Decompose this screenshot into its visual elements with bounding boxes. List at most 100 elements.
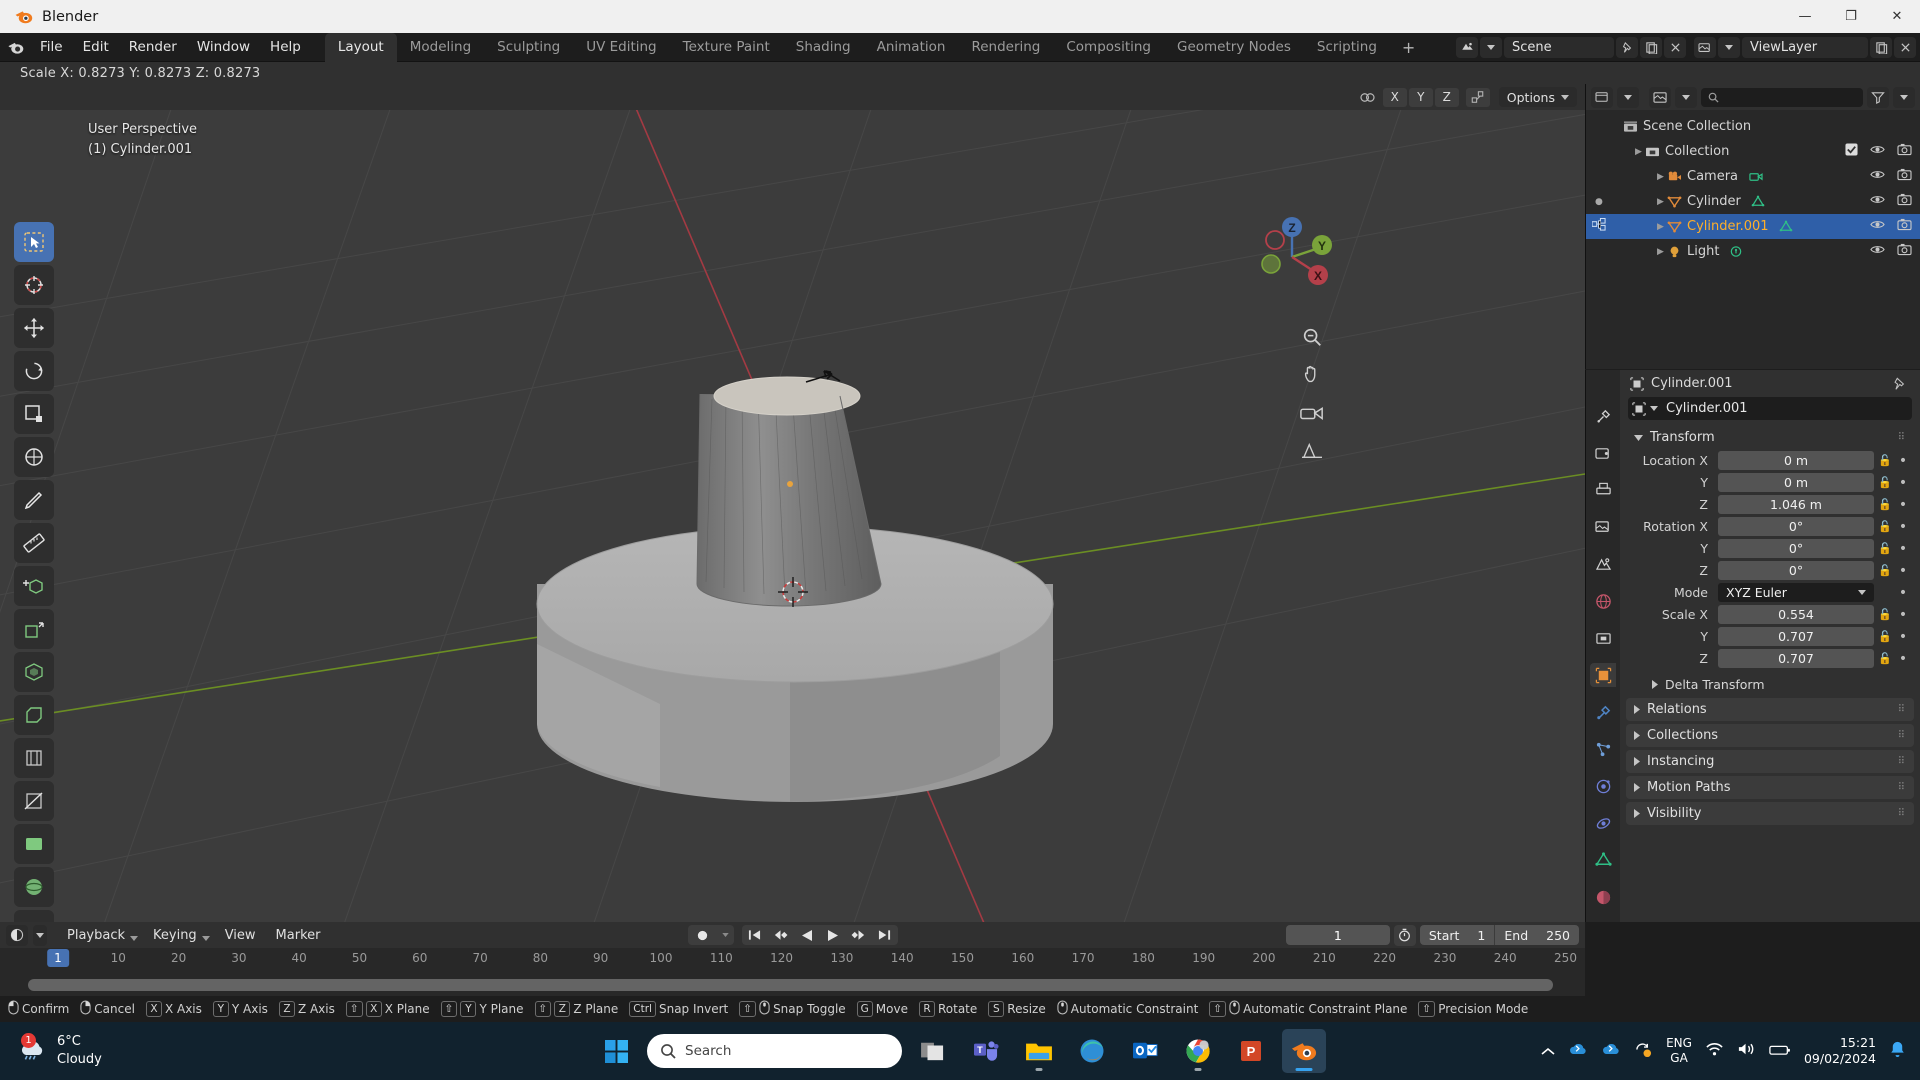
render-tab[interactable] [1590, 441, 1616, 465]
outlook-app[interactable] [1123, 1029, 1167, 1073]
topbar-menu-window[interactable]: Window [187, 36, 260, 58]
animate-property-dot[interactable]: • [1896, 475, 1910, 491]
panel-header-visibility[interactable]: Visibility ⠿ [1626, 802, 1914, 825]
hide-in-viewport-eye-icon[interactable] [1870, 219, 1885, 234]
transform-tool[interactable] [14, 437, 54, 477]
outliner-display-chevron-icon[interactable] [1675, 86, 1697, 108]
light-data-icon[interactable] [1729, 245, 1743, 259]
view-layer-name-field[interactable]: ViewLayer [1742, 37, 1868, 58]
notifications-icon[interactable] [1889, 1040, 1906, 1062]
spin-tool[interactable] [14, 867, 54, 907]
snapping-icon[interactable] [1465, 87, 1490, 107]
task-view-button[interactable] [911, 1029, 955, 1073]
workspace-tab-geometry-nodes[interactable]: Geometry Nodes [1164, 33, 1304, 62]
topbar-menu-help[interactable]: Help [260, 36, 311, 58]
outliner-row-collection[interactable]: ▶ Collection [1586, 139, 1920, 164]
powerpoint-app[interactable]: P [1229, 1029, 1273, 1073]
lock-property-icon[interactable]: 🔓 [1878, 498, 1892, 511]
lock-property-icon[interactable]: 🔓 [1878, 630, 1892, 643]
panel-header-motion-paths[interactable]: Motion Paths ⠿ [1626, 776, 1914, 799]
lock-property-icon[interactable]: 🔓 [1878, 476, 1892, 489]
new-view-layer-icon[interactable] [1870, 37, 1892, 58]
next-keyframe-button[interactable] [846, 925, 872, 945]
outliner-editor-type-icon[interactable] [1591, 86, 1613, 108]
lock-property-icon[interactable]: 🔓 [1878, 520, 1892, 533]
outliner-filter-display-icon[interactable] [1649, 86, 1671, 108]
delta-transform-subpanel[interactable]: Delta Transform [1626, 674, 1914, 695]
transform-axis-y-button[interactable]: Y [1408, 87, 1433, 107]
material-tab[interactable] [1590, 885, 1616, 909]
outliner-row-cylinder[interactable]: ● ▶ Cylinder [1586, 189, 1920, 214]
animate-property-dot[interactable]: • [1896, 497, 1910, 513]
zoom-view-icon[interactable] [1297, 322, 1327, 352]
animate-property-dot[interactable]: • [1896, 585, 1910, 601]
annotate-tool[interactable] [14, 480, 54, 520]
workspace-tab-texture-paint[interactable]: Texture Paint [670, 33, 783, 62]
rotate-tool[interactable] [14, 351, 54, 391]
hide-in-viewport-eye-icon[interactable] [1870, 244, 1885, 259]
pin-icon[interactable] [1892, 376, 1906, 391]
timeline-editor-type-icon[interactable] [6, 924, 28, 946]
timeline-menu-marker[interactable]: Marker [267, 925, 330, 946]
outliner-filter-chevron-icon[interactable] [1893, 86, 1915, 108]
panel-header-relations[interactable]: Relations ⠿ [1626, 698, 1914, 721]
animate-property-dot[interactable]: • [1896, 453, 1910, 469]
previous-keyframe-button[interactable] [768, 925, 794, 945]
outliner-editor[interactable]: Scene Collection ▶ Collection ▶ Camera ● ▶ Cyli… [1585, 84, 1920, 369]
disable-in-renders-camera-icon[interactable] [1897, 143, 1912, 160]
poly-build-tool[interactable] [14, 824, 54, 864]
lock-property-icon[interactable]: 🔓 [1878, 608, 1892, 621]
extrude-tool[interactable] [14, 609, 54, 649]
pan-view-icon[interactable] [1297, 360, 1327, 390]
use-preview-range-icon[interactable] [1393, 924, 1416, 946]
sync-pending-icon[interactable] [1634, 1041, 1653, 1062]
animate-property-dot[interactable]: • [1896, 607, 1910, 623]
lock-property-icon[interactable]: 🔓 [1878, 454, 1892, 467]
timeline-menu-keying[interactable]: Keying [144, 925, 206, 946]
smooth-tool[interactable] [14, 910, 54, 922]
lock-property-icon[interactable]: 🔓 [1878, 652, 1892, 665]
3d-viewport[interactable]: XYZ Options User Perspective (1) Cylinde… [0, 84, 1585, 922]
workspace-tab-rendering[interactable]: Rendering [958, 33, 1053, 62]
workspace-tab-compositing[interactable]: Compositing [1053, 33, 1164, 62]
world-tab[interactable] [1590, 589, 1616, 613]
expand-triangle-icon[interactable]: ▶ [1654, 172, 1667, 182]
timeline-ruler[interactable]: 1 10 20 30 40 50 60 70 80 90 100 110 120 130 140 150 160… [0, 948, 1585, 972]
object-tab[interactable] [1590, 663, 1616, 687]
camera-data-icon[interactable] [1748, 170, 1763, 183]
proportional-edit-icon[interactable] [1356, 88, 1380, 107]
play-reverse-button[interactable] [794, 925, 820, 945]
workspace-tab-layout[interactable]: Layout [324, 32, 397, 62]
onedrive-icon[interactable] [1568, 1041, 1588, 1062]
view-layer-tab[interactable] [1590, 515, 1616, 539]
outliner-row-cylinder-001[interactable]: ▶ Cylinder.001 [1586, 214, 1920, 239]
start-button[interactable] [594, 1029, 638, 1073]
camera-view-icon[interactable] [1297, 398, 1327, 428]
delete-scene-icon[interactable] [1664, 37, 1686, 58]
object-id-field[interactable]: Cylinder.001 [1628, 397, 1912, 420]
timeline-editor[interactable]: Playback Keying View Marker 1 Start 1 En… [0, 922, 1585, 996]
lock-property-icon[interactable]: 🔓 [1878, 564, 1892, 577]
inset-tool[interactable] [14, 652, 54, 692]
minimize-button[interactable]: — [1782, 0, 1828, 33]
hide-in-viewport-eye-icon[interactable] [1870, 169, 1885, 184]
current-frame-field[interactable]: 1 [1285, 925, 1390, 945]
navigation-gizmo[interactable]: Z Y X [1249, 214, 1335, 300]
workspace-tab-shading[interactable]: Shading [783, 33, 864, 62]
move-tool[interactable] [14, 308, 54, 348]
play-button[interactable] [820, 925, 846, 945]
animate-property-dot[interactable]: • [1896, 541, 1910, 557]
expand-triangle-icon[interactable]: ▶ [1654, 197, 1667, 207]
animate-property-dot[interactable]: • [1896, 563, 1910, 579]
property-value-field[interactable]: 0° [1718, 539, 1874, 558]
transform-panel-header[interactable]: Transform ⠿ [1626, 426, 1914, 449]
close-button[interactable]: ✕ [1874, 0, 1920, 33]
disable-in-renders-camera-icon[interactable] [1897, 243, 1912, 260]
tray-expand-icon[interactable] [1541, 1042, 1555, 1061]
workspace-tab-animation[interactable]: Animation [864, 33, 959, 62]
output-tab[interactable] [1590, 478, 1616, 502]
new-scene-icon[interactable] [1640, 37, 1662, 58]
data-tab[interactable] [1590, 848, 1616, 872]
animate-property-dot[interactable]: • [1896, 519, 1910, 535]
add-workspace-button[interactable]: + [1390, 35, 1427, 60]
